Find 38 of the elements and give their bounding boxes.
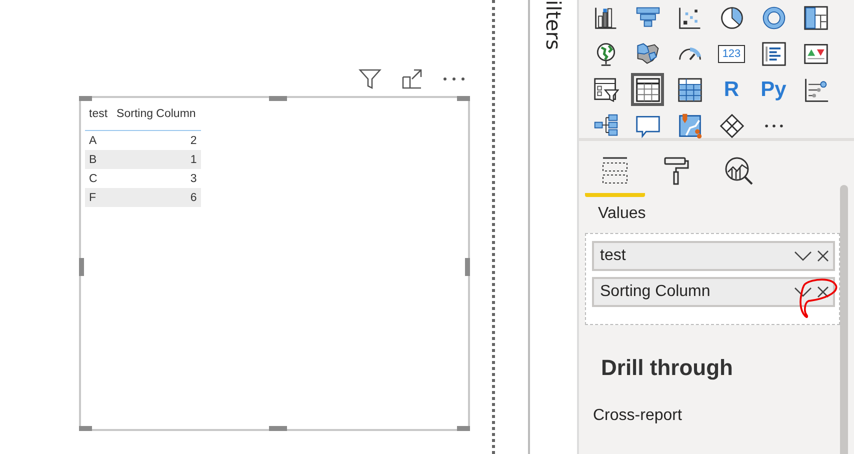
close-icon[interactable] bbox=[817, 286, 829, 298]
card-button[interactable]: 123 bbox=[715, 37, 748, 70]
table-cell: C bbox=[85, 169, 113, 188]
table-cell: 3 bbox=[112, 169, 201, 188]
resize-handle[interactable] bbox=[79, 258, 84, 276]
resize-handle[interactable] bbox=[465, 258, 470, 276]
chevron-down-icon[interactable] bbox=[794, 287, 812, 297]
close-icon[interactable] bbox=[817, 250, 829, 262]
drill-through-heading: Drill through bbox=[601, 355, 733, 381]
column-header[interactable]: test bbox=[85, 102, 113, 130]
values-label: Values bbox=[598, 205, 646, 223]
table-cell: 2 bbox=[112, 130, 201, 150]
table-visual[interactable]: test Sorting Column A 2 B 1 C 3 F 6 bbox=[79, 96, 470, 431]
filters-pane-title[interactable]: ilters bbox=[544, 0, 564, 50]
script-visual-button[interactable]: Py bbox=[757, 73, 790, 106]
resize-handle[interactable] bbox=[79, 96, 92, 101]
table-cell: F bbox=[85, 188, 113, 207]
table-cell: 6 bbox=[112, 188, 201, 207]
resize-handle[interactable] bbox=[457, 96, 470, 101]
focus-mode-icon[interactable] bbox=[400, 67, 424, 91]
resize-handle[interactable] bbox=[79, 426, 92, 431]
column-header[interactable]: Sorting Column bbox=[112, 102, 201, 130]
scrollbar[interactable] bbox=[840, 185, 848, 454]
field-chip[interactable]: test bbox=[592, 241, 835, 271]
script-visual-button[interactable]: R bbox=[715, 73, 748, 106]
resize-handle[interactable] bbox=[269, 96, 287, 101]
table-cell: 1 bbox=[112, 150, 201, 169]
field-chip[interactable]: Sorting Column bbox=[592, 277, 835, 307]
resize-handle[interactable] bbox=[269, 426, 287, 431]
table-icon[interactable] bbox=[631, 73, 664, 106]
field-name: Sorting Column bbox=[600, 283, 710, 301]
table-cell: A bbox=[85, 130, 113, 150]
chevron-down-icon[interactable] bbox=[794, 251, 812, 261]
table-cell: B bbox=[85, 150, 113, 169]
cross-report-label: Cross-report bbox=[593, 407, 682, 425]
resize-handle[interactable] bbox=[457, 426, 470, 431]
filter-icon[interactable] bbox=[358, 67, 382, 91]
field-name: test bbox=[600, 247, 626, 265]
